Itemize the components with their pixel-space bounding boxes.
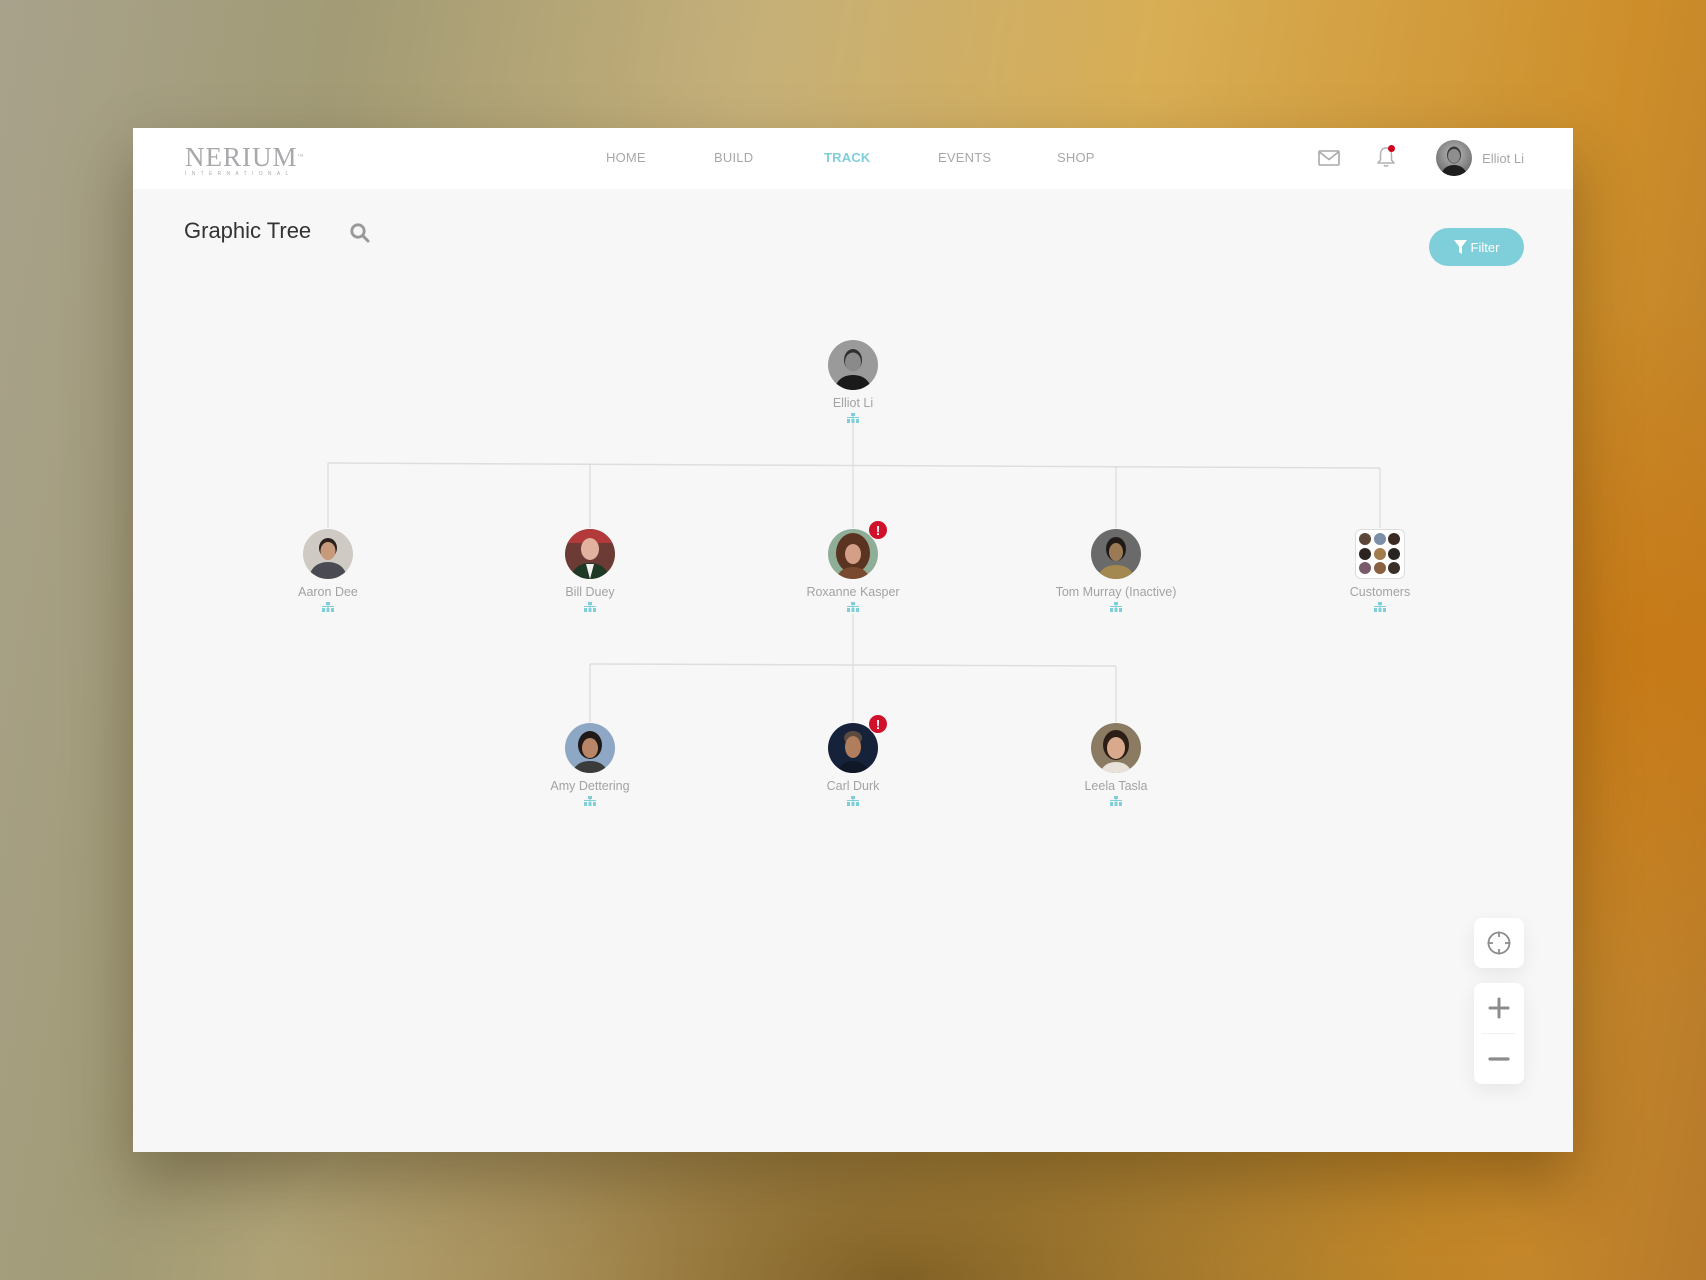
alert-badge[interactable]: ! xyxy=(868,714,888,734)
user-menu[interactable]: Elliot Li xyxy=(1436,140,1524,176)
node-avatar[interactable] xyxy=(565,723,615,773)
mail-button[interactable] xyxy=(1318,149,1340,172)
org-chart-icon[interactable] xyxy=(847,602,859,612)
node-name: Roxanne Kasper xyxy=(806,585,900,599)
user-name: Elliot Li xyxy=(1482,150,1524,166)
connector-level2-bar xyxy=(589,663,1117,667)
tree-node: ! Roxanne Kasper xyxy=(763,520,943,612)
tree-connectors xyxy=(327,420,1381,722)
tree-node: Tom Murray (Inactive) xyxy=(1026,529,1206,612)
node-name: Leela Tasla xyxy=(1084,779,1148,793)
nav-build[interactable]: BUILD xyxy=(714,150,753,165)
nav-track[interactable]: TRACK xyxy=(824,150,871,165)
recenter-button[interactable] xyxy=(1474,918,1524,968)
tree-node-root: Elliot Li xyxy=(763,340,943,423)
tree-node: Amy Dettering xyxy=(500,723,680,806)
top-navigation-bar: NERIUM™ INTERNATIONAL HOME BUILD TRACK E… xyxy=(133,128,1573,189)
notification-unread-dot xyxy=(1388,145,1395,152)
zoom-in-button[interactable] xyxy=(1474,983,1524,1033)
org-chart-icon[interactable] xyxy=(1374,602,1386,612)
node-avatar[interactable] xyxy=(828,340,878,390)
tree-node-group: Customers xyxy=(1290,529,1470,612)
node-name: Tom Murray (Inactive) xyxy=(1055,585,1177,599)
search-icon xyxy=(350,223,370,243)
mail-icon xyxy=(1318,150,1340,166)
app-window: NERIUM™ INTERNATIONAL HOME BUILD TRACK E… xyxy=(133,128,1573,1152)
org-chart-icon[interactable] xyxy=(322,602,334,612)
org-chart-icon[interactable] xyxy=(847,413,859,423)
node-name: Customers xyxy=(1349,585,1411,599)
user-avatar xyxy=(1436,140,1473,176)
main-nav: HOME BUILD TRACK EVENTS SHOP xyxy=(133,128,1573,189)
node-avatar[interactable]: ! xyxy=(828,714,888,773)
minus-icon xyxy=(1488,1057,1510,1061)
node-name: Carl Durk xyxy=(826,779,880,793)
search-button[interactable] xyxy=(349,222,371,249)
node-name: Aaron Dee xyxy=(298,585,358,599)
filter-icon xyxy=(1453,240,1467,254)
node-name: Bill Duey xyxy=(565,585,615,599)
nav-events[interactable]: EVENTS xyxy=(938,150,991,165)
connector-level1-bar xyxy=(327,462,1381,469)
zoom-out-button[interactable] xyxy=(1474,1034,1524,1084)
page-title: Graphic Tree xyxy=(184,218,312,243)
customers-group-avatar[interactable] xyxy=(1355,529,1405,579)
plus-icon xyxy=(1488,997,1510,1019)
node-avatar[interactable] xyxy=(303,529,353,579)
alert-badge[interactable]: ! xyxy=(868,520,888,540)
tree-node: Leela Tasla xyxy=(1026,723,1206,806)
org-chart-icon[interactable] xyxy=(1110,602,1122,612)
node-avatar[interactable]: ! xyxy=(828,520,888,579)
crosshair-icon xyxy=(1487,931,1511,955)
tree-node: Aaron Dee xyxy=(238,529,418,612)
nav-home[interactable]: HOME xyxy=(606,150,646,165)
node-avatar[interactable] xyxy=(565,529,615,579)
nav-shop[interactable]: SHOP xyxy=(1057,150,1095,165)
org-chart-icon[interactable] xyxy=(584,796,596,806)
tree-node: Bill Duey xyxy=(500,529,680,612)
org-chart-icon[interactable] xyxy=(847,796,859,806)
org-chart-icon[interactable] xyxy=(1110,796,1122,806)
filter-label: Filter xyxy=(1470,239,1500,255)
node-name: Elliot Li xyxy=(832,396,874,410)
recenter-control xyxy=(1474,918,1524,968)
filter-button[interactable]: Filter xyxy=(1429,228,1524,266)
node-avatar[interactable] xyxy=(1091,723,1141,773)
zoom-control xyxy=(1474,983,1524,1084)
notifications-button[interactable] xyxy=(1375,145,1397,174)
node-avatar[interactable] xyxy=(1091,529,1141,579)
org-chart-icon[interactable] xyxy=(584,602,596,612)
tree-node: ! Carl Durk xyxy=(763,714,943,806)
node-name: Amy Dettering xyxy=(550,779,630,793)
